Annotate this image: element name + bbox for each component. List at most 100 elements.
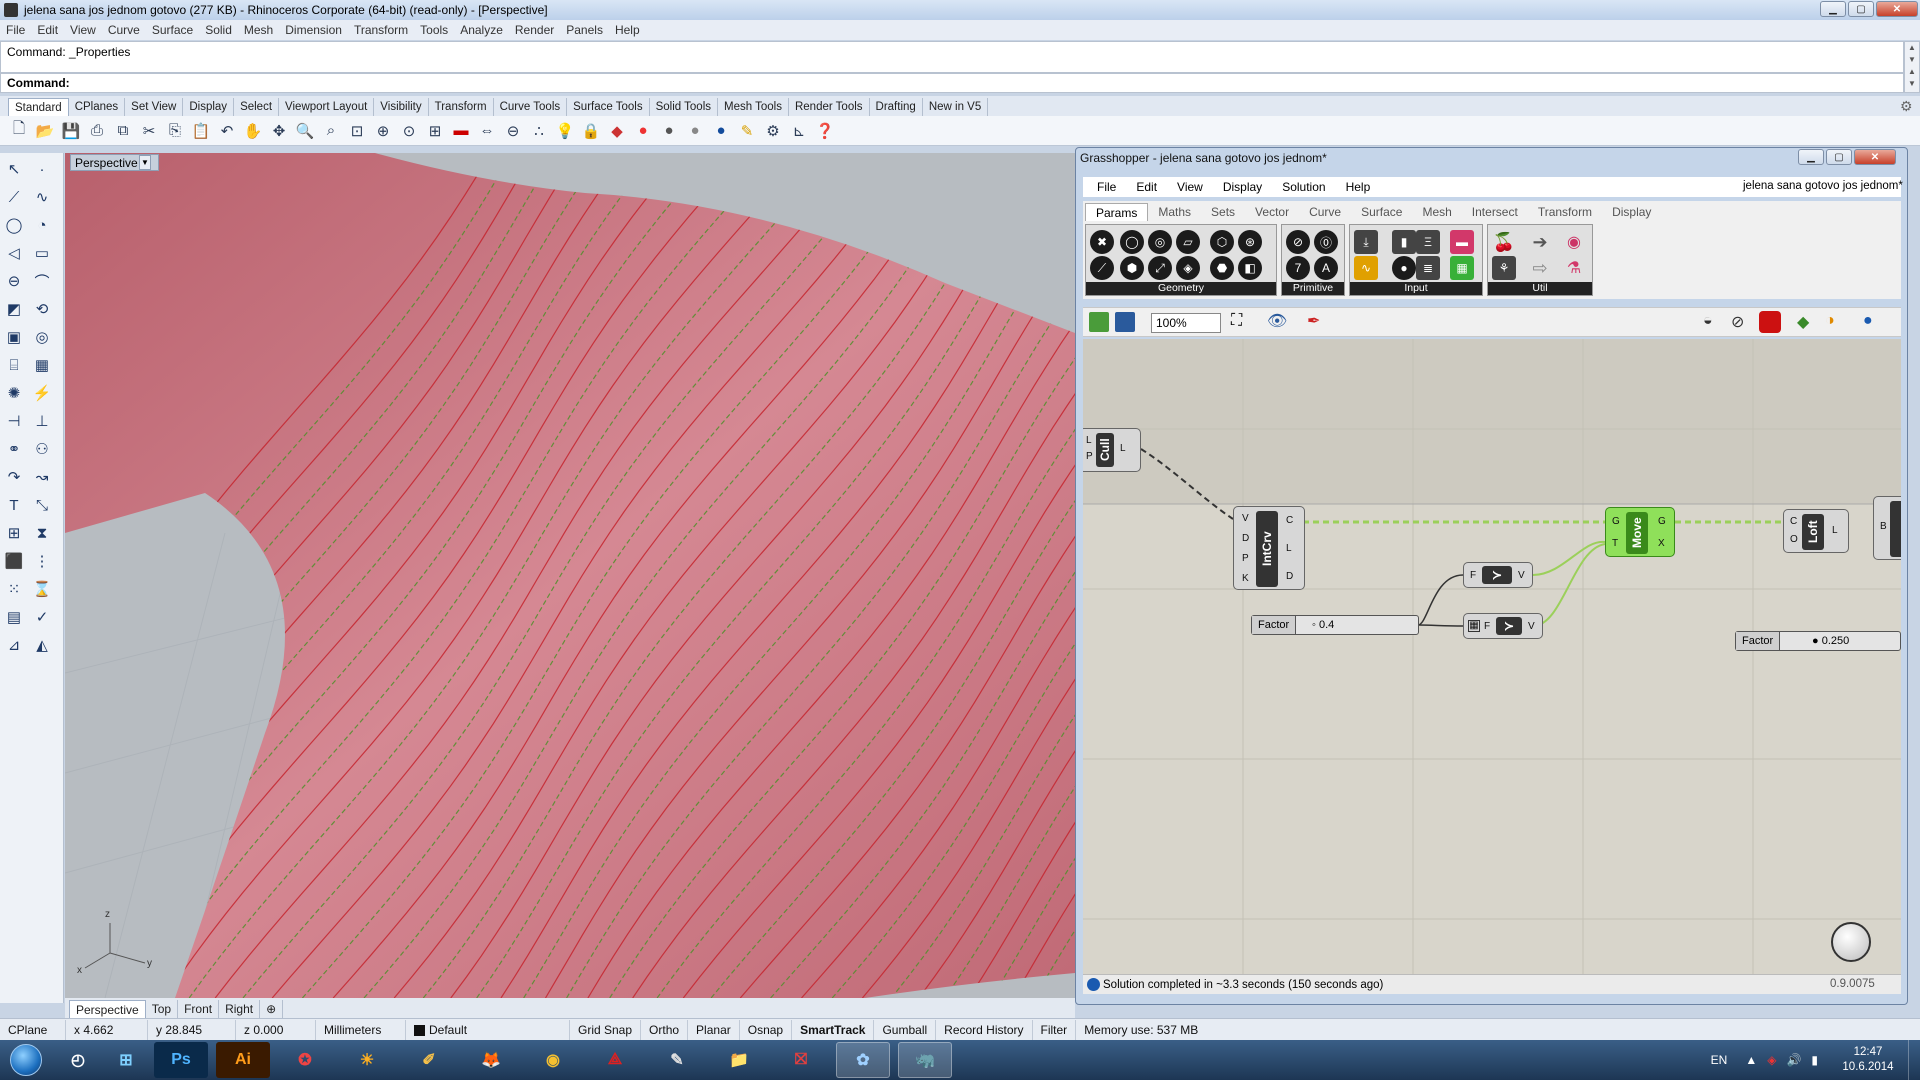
polyline-icon[interactable]: ⟋ xyxy=(2,185,26,209)
factor-slider-2[interactable]: Factor ● 0.250 xyxy=(1735,631,1901,651)
loft-node[interactable]: C O Loft L xyxy=(1783,509,1849,553)
chrome-icon[interactable]: ◉ xyxy=(526,1042,580,1078)
offset-icon[interactable]: ↷ xyxy=(2,465,26,489)
print-icon[interactable]: ⎙ xyxy=(86,120,108,142)
integer-param-icon[interactable]: 7 xyxy=(1286,256,1310,280)
tab-top[interactable]: Top xyxy=(146,1000,179,1018)
box-param-icon[interactable]: ▱ xyxy=(1176,230,1200,254)
render-tool-icon[interactable]: ◭ xyxy=(30,633,54,657)
gh-minimize-button[interactable]: ▁ xyxy=(1798,149,1824,165)
gh-menu-edit[interactable]: Edit xyxy=(1136,180,1157,194)
group-icon[interactable]: ⚇ xyxy=(30,437,54,461)
tab-transform[interactable]: Transform xyxy=(429,98,494,116)
mirror-icon[interactable]: ⧗ xyxy=(30,521,54,545)
properties-icon[interactable]: ▤ xyxy=(2,605,26,629)
analysis-tool-icon[interactable]: ⊿ xyxy=(2,633,26,657)
preview-eye-icon[interactable]: 👁 xyxy=(1267,311,1287,331)
menu-solid[interactable]: Solid xyxy=(205,23,232,37)
menu-transform[interactable]: Transform xyxy=(354,23,408,37)
gh-menu-solution[interactable]: Solution xyxy=(1282,180,1325,194)
show-desktop-button[interactable] xyxy=(1908,1040,1920,1080)
shaded-sphere-icon[interactable]: ● xyxy=(658,120,680,142)
zoom-icon[interactable]: 🔍 xyxy=(294,120,316,142)
rotate-view-icon[interactable]: ✥ xyxy=(268,120,290,142)
list-input-icon[interactable]: ≣ xyxy=(1416,256,1440,280)
cherries-icon[interactable]: 🍒 xyxy=(1492,230,1516,254)
tab-drafting[interactable]: Drafting xyxy=(870,98,923,116)
dimension-icon[interactable]: ⤡ xyxy=(30,493,54,517)
fillet-icon[interactable]: ⌒ xyxy=(30,269,54,293)
tab-select[interactable]: Select xyxy=(234,98,280,116)
rail-icon[interactable]: ⟲ xyxy=(30,297,54,321)
menu-view[interactable]: View xyxy=(70,23,96,37)
arc-icon[interactable]: ◔ xyxy=(30,213,54,237)
jump-arrow-icon[interactable]: ⇨ xyxy=(1528,256,1552,280)
gh-tab-mesh[interactable]: Mesh xyxy=(1412,203,1461,221)
status-grid-snap[interactable]: Grid Snap xyxy=(570,1019,642,1040)
gh-save-icon[interactable] xyxy=(1115,312,1135,332)
status-filter[interactable]: Filter xyxy=(1033,1019,1077,1040)
add-viewport-icon[interactable]: ⊕ xyxy=(260,1000,284,1018)
zoom-window-icon[interactable]: ⌕ xyxy=(320,120,342,142)
rendered-sphere-icon[interactable]: ● xyxy=(684,120,706,142)
intcrv-node[interactable]: V D P K IntCrv C L D xyxy=(1233,506,1305,590)
gradient-input-icon[interactable]: ▬ xyxy=(1450,230,1474,254)
menu-file[interactable]: File xyxy=(6,23,25,37)
tab-curve-tools[interactable]: Curve Tools xyxy=(494,98,568,116)
export-icon[interactable]: ⧉ xyxy=(112,120,134,142)
menu-panels[interactable]: Panels xyxy=(566,23,603,37)
tab-render-tools[interactable]: Render Tools xyxy=(789,98,870,116)
trim-icon[interactable]: ⊥ xyxy=(30,409,54,433)
status-smarttrack[interactable]: SmartTrack xyxy=(792,1019,875,1040)
tab-visibility[interactable]: Visibility xyxy=(374,98,429,116)
tray-app-icon[interactable]: ◈ xyxy=(1767,1053,1776,1067)
triangle-icon[interactable]: ◁ xyxy=(2,241,26,265)
arc-param-icon[interactable]: ◎ xyxy=(1148,230,1172,254)
volume-icon[interactable]: 🔊 xyxy=(1786,1053,1801,1067)
panel-input-icon[interactable]: ⤓ xyxy=(1354,230,1378,254)
tab-front[interactable]: Front xyxy=(178,1000,220,1018)
cluster-icon[interactable]: ⚘ xyxy=(1492,256,1516,280)
boolean-param-icon[interactable]: ⊘ xyxy=(1286,230,1310,254)
flash-icon[interactable]: ⚡ xyxy=(30,381,54,405)
mesh-param-icon[interactable]: ⊛ xyxy=(1238,230,1262,254)
move-node[interactable]: G T Move G X xyxy=(1605,507,1675,557)
status-units[interactable]: Millimeters xyxy=(316,1019,406,1040)
flask-icon[interactable]: ⚗ xyxy=(1562,256,1586,280)
button-input-icon[interactable]: ▮ xyxy=(1392,230,1416,254)
command-input[interactable]: Command: xyxy=(0,73,1904,93)
help-icon[interactable]: ❓ xyxy=(814,120,836,142)
copy-icon[interactable]: ⎘ xyxy=(164,120,186,142)
circle-icon[interactable]: ◯ xyxy=(2,213,26,237)
tab-perspective[interactable]: Perspective xyxy=(69,1000,146,1018)
display-mode-icon[interactable]: ● xyxy=(1863,312,1873,330)
galapagos-icon[interactable]: ◉ xyxy=(1562,230,1586,254)
drafting-app-icon[interactable]: ✐ xyxy=(402,1042,456,1078)
join-icon[interactable]: ⚭ xyxy=(2,437,26,461)
material-icon[interactable]: ◑ xyxy=(1825,312,1835,330)
menu-mesh[interactable]: Mesh xyxy=(244,23,273,37)
matrix-input-icon[interactable]: ▦ xyxy=(1450,256,1474,280)
photoshop-icon[interactable]: Ps xyxy=(154,1042,208,1078)
gh-tab-display[interactable]: Display xyxy=(1602,203,1661,221)
pen-app-icon[interactable]: ✎ xyxy=(650,1042,704,1078)
tab-set-view[interactable]: Set View xyxy=(125,98,184,116)
preview-selected-icon[interactable] xyxy=(1759,311,1781,333)
menu-analyze[interactable]: Analyze xyxy=(460,23,503,37)
string-param-icon[interactable]: A xyxy=(1314,256,1338,280)
circle-param-icon[interactable]: ◯ xyxy=(1120,230,1144,254)
grid-options-icon[interactable]: ⊾ xyxy=(788,120,810,142)
status-record-history[interactable]: Record History xyxy=(936,1019,1033,1040)
surface-icon[interactable]: ◩ xyxy=(2,297,26,321)
plane-param-icon[interactable]: ◈ xyxy=(1176,256,1200,280)
explorer-icon[interactable]: 📁 xyxy=(712,1042,766,1078)
gh-tab-sets[interactable]: Sets xyxy=(1201,203,1245,221)
factor-slider-1[interactable]: Factor ◦ 0.4 xyxy=(1251,615,1419,635)
array-icon[interactable]: ⊞ xyxy=(2,521,26,545)
solid-edit-icon[interactable]: ⬛ xyxy=(2,549,26,573)
tab-new-in-v5[interactable]: New in V5 xyxy=(923,98,989,116)
save-icon[interactable]: 💾 xyxy=(60,120,82,142)
minimize-button[interactable]: ▁ xyxy=(1820,1,1846,17)
gh-canvas[interactable]: L P Cull L V D P K IntCrv C L D F ≻ V ▦ … xyxy=(1083,339,1901,974)
mesh-icon[interactable]: ▦ xyxy=(30,353,54,377)
